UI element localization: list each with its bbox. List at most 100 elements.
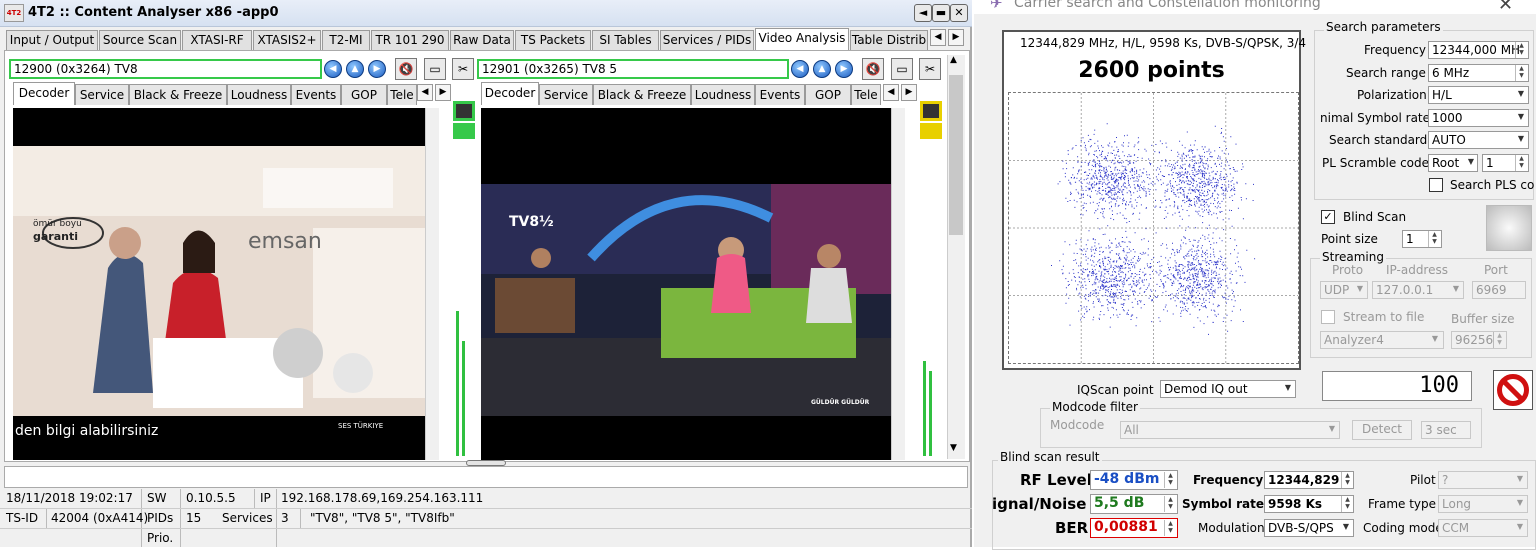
service-selector-2[interactable]: 12901 (0x3265) TV8 5: [477, 59, 789, 79]
search-pls-checkbox[interactable]: [1429, 178, 1443, 192]
tab-xtasis2[interactable]: XTASIS2+: [253, 30, 321, 50]
subtab-loudness-2[interactable]: Loudness: [691, 84, 755, 105]
scroll-down-icon[interactable]: ▼: [950, 443, 957, 453]
up-service-button-2[interactable]: ▲: [813, 60, 831, 78]
snr-spinner[interactable]: ▲ ▼: [1164, 496, 1176, 512]
subtab-gop-2[interactable]: GOP: [805, 84, 851, 105]
back-button[interactable]: ◄: [914, 4, 932, 22]
pl-scramble-dropdown-icon[interactable]: ▼: [1465, 157, 1477, 166]
next-service-button[interactable]: ▶: [368, 60, 386, 78]
search-standard-select[interactable]: AUTO: [1428, 131, 1529, 149]
proto-dropdown-icon[interactable]: ▼: [1354, 284, 1366, 293]
min-symbol-rate-select[interactable]: 1000: [1428, 109, 1529, 127]
tab-source-scan[interactable]: Source Scan: [99, 30, 181, 50]
pilot-dropdown-icon[interactable]: ▼: [1514, 474, 1526, 483]
search-standard-dropdown-icon[interactable]: ▼: [1515, 134, 1527, 143]
subtab-events-2[interactable]: Events: [755, 84, 805, 105]
subtab-decoder-2[interactable]: Decoder: [481, 82, 539, 105]
log-field[interactable]: [4, 466, 968, 488]
globe-scan-icon[interactable]: [1486, 205, 1532, 251]
pl-scramble-spinner[interactable]: ▲ ▼: [1515, 155, 1527, 171]
result-frequency-spinner[interactable]: ▲ ▼: [1341, 472, 1353, 488]
subtab-events-1[interactable]: Events: [291, 84, 341, 105]
subtab-service-1[interactable]: Service: [75, 84, 129, 105]
tools-icon-2[interactable]: ✂: [919, 58, 941, 80]
subtab-decoder-1[interactable]: Decoder: [13, 82, 75, 105]
modulation-dropdown-icon[interactable]: ▼: [1340, 522, 1352, 531]
title-bar[interactable]: 4T2 4T2 :: Content Analyser x86 -app0 ◄ …: [0, 0, 972, 27]
main-scrollbar[interactable]: ▲ ▼: [947, 55, 965, 459]
scrollbar-2[interactable]: [891, 108, 905, 460]
ip-dropdown-icon[interactable]: ▼: [1450, 284, 1462, 293]
frame-type-dropdown-icon[interactable]: ▼: [1514, 498, 1526, 507]
subtab-tele-2[interactable]: Tele: [851, 84, 881, 105]
subtab-black-freeze-2[interactable]: Black & Freeze: [593, 84, 691, 105]
modcode-seconds-input[interactable]: 3 sec: [1421, 421, 1471, 439]
prev-service-button[interactable]: ◀: [324, 60, 342, 78]
tab-ts-packets[interactable]: TS Packets: [515, 30, 591, 50]
subtab-black-freeze-1[interactable]: Black & Freeze: [129, 84, 227, 105]
file-select[interactable]: Analyzer4: [1320, 331, 1444, 349]
mute-speaker-icon[interactable]: 🔇: [395, 58, 417, 80]
mute-speaker-icon-2[interactable]: 🔇: [862, 58, 884, 80]
min-symbol-rate-dropdown-icon[interactable]: ▼: [1515, 112, 1527, 121]
service-selector-1[interactable]: 12900 (0x3264) TV8: [9, 59, 322, 79]
subtab-tele-1[interactable]: Tele: [387, 84, 417, 105]
tab-xtasi-rf[interactable]: XTASI-RF: [182, 30, 252, 50]
polarization-dropdown-icon[interactable]: ▼: [1515, 89, 1527, 98]
rf-level-spinner[interactable]: ▲ ▼: [1164, 472, 1176, 488]
carrier-close-icon[interactable]: ✕: [1498, 0, 1513, 15]
tab-si-tables[interactable]: SI Tables: [592, 30, 659, 50]
tabs-next-button[interactable]: ▶: [948, 29, 964, 46]
close-button[interactable]: ✕: [950, 4, 968, 22]
tab-table-distrib[interactable]: Table Distrib: [850, 30, 928, 50]
stop-button[interactable]: [1493, 370, 1533, 410]
search-range-input[interactable]: 6 MHz: [1428, 64, 1529, 82]
subtab-service-2[interactable]: Service: [539, 84, 593, 105]
iqscan-dropdown-icon[interactable]: ▼: [1282, 383, 1294, 392]
blind-scan-checkbox[interactable]: ✓: [1321, 210, 1335, 224]
meter-settings-icon[interactable]: [453, 123, 475, 139]
tab-t2mi[interactable]: T2-MI: [322, 30, 370, 50]
scroll-up-icon[interactable]: ▲: [950, 55, 957, 65]
subtabs1-next-button[interactable]: ▶: [435, 84, 451, 101]
tools-icon[interactable]: ✂: [452, 58, 474, 80]
tab-raw-data[interactable]: Raw Data: [450, 30, 514, 50]
subtab-gop-1[interactable]: GOP: [341, 84, 387, 105]
scrollbar-1[interactable]: [425, 108, 439, 460]
detect-button[interactable]: Detect: [1352, 420, 1412, 440]
meter2-settings-icon[interactable]: [920, 123, 942, 139]
frequency-spinner[interactable]: ▲ ▼: [1515, 42, 1527, 58]
up-service-button[interactable]: ▲: [346, 60, 364, 78]
subtabs2-prev-button[interactable]: ◀: [883, 84, 899, 101]
prev-service-button-2[interactable]: ◀: [791, 60, 809, 78]
carrier-title-bar[interactable]: ✈ Carrier search and Constellation monit…: [974, 0, 1536, 15]
subtabs1-prev-button[interactable]: ◀: [417, 84, 433, 101]
search-range-spinner[interactable]: ▲ ▼: [1515, 65, 1527, 81]
tab-services-pids[interactable]: Services / PIDs: [660, 30, 754, 50]
minimize-button[interactable]: ▬: [932, 4, 950, 22]
subtabs2-next-button[interactable]: ▶: [901, 84, 917, 101]
scroll-thumb[interactable]: [949, 75, 963, 235]
file-dropdown-icon[interactable]: ▼: [1429, 334, 1441, 343]
result-symbol-rate-spinner[interactable]: ▲ ▼: [1341, 496, 1353, 512]
ber-spinner[interactable]: ▲ ▼: [1164, 520, 1176, 536]
polarization-select[interactable]: H/L: [1428, 86, 1529, 104]
coding-mode-dropdown-icon[interactable]: ▼: [1514, 522, 1526, 531]
tab-input-output[interactable]: Input / Output: [6, 30, 98, 50]
tab-tr101290[interactable]: TR 101 290: [371, 30, 449, 50]
monitor-icon[interactable]: ▭: [424, 58, 446, 80]
tab-video-analysis[interactable]: Video Analysis: [755, 28, 849, 50]
monitor-icon-2[interactable]: ▭: [891, 58, 913, 80]
iqscan-select[interactable]: Demod IQ out: [1160, 380, 1296, 398]
tabs-prev-button[interactable]: ◀: [930, 29, 946, 46]
port-input[interactable]: 6969: [1472, 281, 1526, 299]
frequency-input[interactable]: 12344,000 MH: [1428, 41, 1529, 59]
splitter-handle[interactable]: [466, 460, 506, 466]
point-size-spinner[interactable]: ▲ ▼: [1428, 231, 1440, 247]
subtab-loudness-1[interactable]: Loudness: [227, 84, 291, 105]
modcode-select[interactable]: All: [1120, 421, 1340, 439]
modcode-dropdown-icon[interactable]: ▼: [1326, 424, 1338, 433]
buffer-size-spinner[interactable]: ▲ ▼: [1493, 332, 1505, 348]
stream-to-file-checkbox[interactable]: [1321, 310, 1335, 324]
